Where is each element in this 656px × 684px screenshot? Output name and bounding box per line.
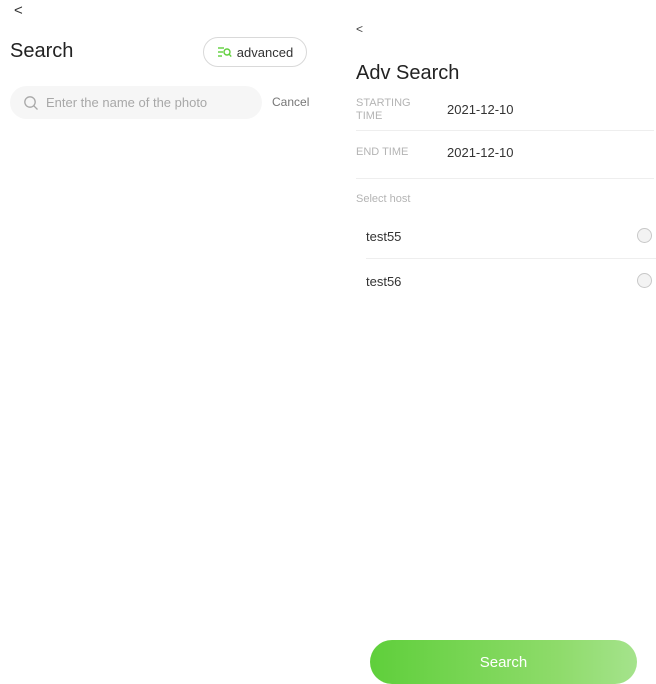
back-button[interactable]: < (356, 22, 363, 36)
back-button[interactable]: < (14, 2, 23, 19)
search-icon (23, 95, 39, 111)
divider (356, 130, 654, 131)
search-button[interactable]: Search (370, 640, 637, 684)
start-time-label: STARTING TIME (356, 97, 411, 122)
search-box[interactable] (10, 86, 262, 119)
end-time-value[interactable]: 2021-12-10 (447, 145, 514, 160)
divider (366, 258, 656, 259)
page-title: Adv Search (356, 62, 460, 84)
select-host-label: Select host (356, 193, 411, 205)
radio-icon[interactable] (637, 273, 652, 288)
search-panel: < Search advanced Enter the name of the … (0, 0, 330, 684)
host-item[interactable]: test56 (366, 267, 654, 297)
advanced-label: advanced (236, 44, 294, 60)
page-title: Search (10, 40, 74, 62)
cancel-button[interactable]: Cancel (272, 95, 309, 109)
filter-search-icon (217, 46, 232, 59)
host-name: test56 (366, 274, 402, 289)
divider (356, 178, 654, 179)
advanced-button[interactable]: advanced (203, 37, 307, 67)
search-input[interactable] (44, 94, 258, 111)
screen: < Search advanced Enter the name of the … (0, 0, 656, 684)
end-time-label: END TIME (356, 146, 409, 158)
radio-icon[interactable] (637, 228, 652, 243)
advanced-search-panel: < Adv Search STARTING TIME 2021-12-10 EN… (344, 0, 656, 684)
host-item[interactable]: test55 (366, 222, 654, 252)
host-name: test55 (366, 229, 402, 244)
start-time-value[interactable]: 2021-12-10 (447, 102, 514, 117)
